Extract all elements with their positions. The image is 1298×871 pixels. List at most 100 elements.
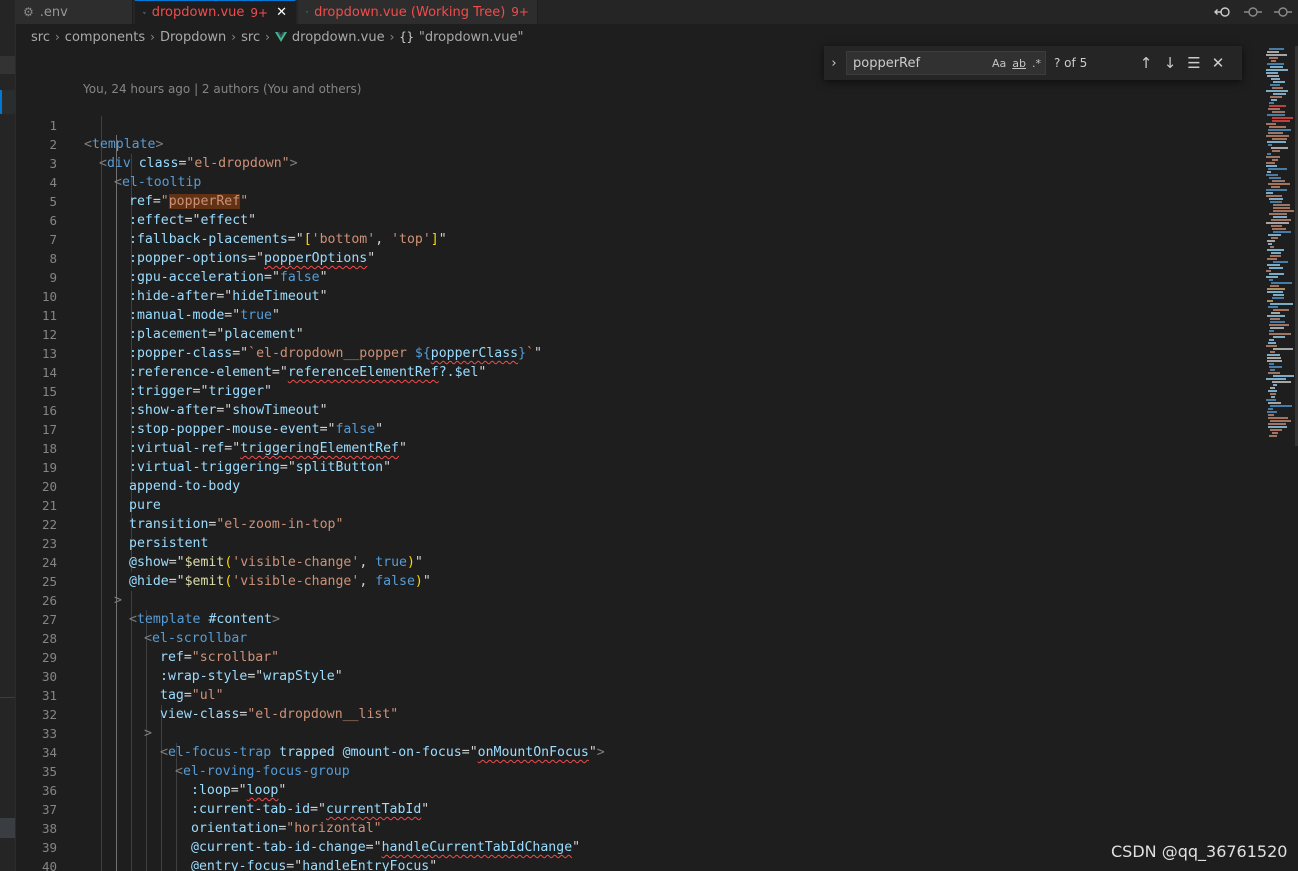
attr-name: :loop xyxy=(191,783,231,798)
braces-icon: {} xyxy=(399,30,414,44)
match-count: ? of 5 xyxy=(1054,56,1088,70)
breadcrumb-item[interactable]: dropdown.vue xyxy=(292,30,385,45)
attr-name: :virtual-ref xyxy=(129,441,225,456)
punct: = xyxy=(263,270,272,285)
minimap[interactable] xyxy=(1263,44,1298,444)
breadcrumb-item[interactable]: components xyxy=(65,30,145,45)
punct: = xyxy=(183,650,192,665)
tab-env[interactable]: ⚙ .env xyxy=(15,0,133,24)
code-line: 25 > xyxy=(15,553,122,608)
activity-item-active[interactable] xyxy=(0,90,15,114)
punct: " xyxy=(176,555,185,570)
breadcrumb-item[interactable]: src xyxy=(241,30,260,45)
breadcrumb-item[interactable]: Dropdown xyxy=(160,30,226,45)
template-delim: ${ xyxy=(414,346,431,361)
expr: effect xyxy=(200,213,249,228)
code-line: 30 tag="ul" xyxy=(15,648,224,703)
code-line: 27 <el-scrollbar xyxy=(15,591,247,646)
match-case-icon[interactable]: Aa xyxy=(992,57,1006,70)
minimap-line xyxy=(1267,171,1271,173)
code-line: 2 <div class="el-dropdown"> xyxy=(15,116,297,171)
punct: , xyxy=(359,574,376,589)
punct: " xyxy=(176,574,185,589)
punct: > xyxy=(144,726,152,741)
punct: " xyxy=(264,384,272,399)
tab-dropdown-vue-working-tree[interactable]: dropdown.vue (Working Tree) 9+ xyxy=(298,0,538,24)
minimap-line xyxy=(1267,315,1285,317)
minimap-line xyxy=(1272,228,1286,230)
use-regex-icon[interactable]: .* xyxy=(1032,57,1041,70)
open-changes-icon[interactable] xyxy=(1214,5,1232,19)
tab-dropdown-vue[interactable]: dropdown.vue 9+ ✕ xyxy=(135,0,296,24)
git-compare-icon[interactable] xyxy=(1274,5,1292,19)
minimap-line xyxy=(1266,123,1276,125)
expr: splitButton xyxy=(295,460,384,475)
arrow-up-icon[interactable]: ↑ xyxy=(1134,54,1158,72)
punct: = xyxy=(310,802,319,817)
minimap-line xyxy=(1268,408,1273,410)
attr-name: view-class xyxy=(160,707,240,722)
toggle-replace-chevron-icon[interactable]: › xyxy=(824,56,844,71)
minimap-line xyxy=(1272,432,1278,434)
close-icon[interactable]: ✕ xyxy=(276,5,287,20)
code-text: <template> xyxy=(84,135,163,154)
code-text: pure xyxy=(129,496,161,515)
indent-guide xyxy=(161,705,162,871)
code-editor[interactable]: 1 <template> 2 <div class="el-dropdown">… xyxy=(15,97,1265,871)
code-line: 34 <el-roving-focus-group xyxy=(15,724,350,779)
minimap-line xyxy=(1267,75,1279,77)
vue-icon xyxy=(306,11,309,13)
activity-item[interactable] xyxy=(0,818,15,838)
attr-name: ref xyxy=(160,650,184,665)
code-text: @current-tab-id-change="handleCurrentTab… xyxy=(191,838,580,857)
breadcrumb-item[interactable]: src xyxy=(31,30,50,45)
code-text: :trigger="trigger" xyxy=(129,382,272,401)
activity-item[interactable] xyxy=(0,56,15,74)
code-text: orientation="horizontal" xyxy=(191,819,382,838)
minimap-line xyxy=(1269,177,1281,179)
code-text: view-class="el-dropdown__list" xyxy=(160,705,398,724)
chevron-right-icon: › xyxy=(54,30,60,44)
punct: " xyxy=(238,783,247,798)
punct: " xyxy=(588,745,597,760)
minimap-line xyxy=(1271,60,1276,62)
minimap-line xyxy=(1268,168,1287,170)
match-whole-word-icon[interactable]: ab xyxy=(1012,57,1026,70)
expr: ?.$el xyxy=(438,365,479,380)
minimap-line xyxy=(1273,81,1285,83)
minimap-line xyxy=(1266,276,1278,278)
attr-name: pure xyxy=(129,498,161,513)
git-blame-codelens[interactable]: You, 24 hours ago | 2 authors (You and o… xyxy=(83,82,361,96)
code-line: 17 :virtual-ref="triggeringElementRef" xyxy=(15,401,407,456)
minimap-line xyxy=(1266,192,1273,194)
minimap-line xyxy=(1273,375,1294,377)
code-line: 13 :reference-element="referenceElementR… xyxy=(15,325,486,380)
minimap-line xyxy=(1270,201,1282,203)
attr-value: "el-dropdown" xyxy=(186,156,290,171)
attr-name: :virtual-triggering xyxy=(129,460,280,475)
code-text: :fallback-placements="['bottom', 'top']" xyxy=(129,230,447,249)
find-in-selection-icon[interactable]: ☰ xyxy=(1182,54,1206,72)
backtick: ` xyxy=(248,346,257,361)
code-text: @entry-focus="handleEntryFocus" xyxy=(191,857,437,871)
minimap-line xyxy=(1267,360,1282,362)
punct: " xyxy=(271,270,280,285)
punct: = xyxy=(287,232,296,247)
minimap-line xyxy=(1272,297,1284,299)
code-line: 12 :popper-class="`el-dropdown__popper $… xyxy=(15,306,542,361)
arrow-down-icon[interactable]: ↓ xyxy=(1158,54,1182,72)
code-text: :virtual-triggering="splitButton" xyxy=(129,458,391,477)
minimap-line xyxy=(1268,414,1274,416)
close-icon[interactable]: ✕ xyxy=(1206,54,1230,72)
git-commit-icon[interactable] xyxy=(1244,5,1262,19)
minimap-line xyxy=(1267,288,1285,290)
punct: = xyxy=(230,783,239,798)
punct: " xyxy=(278,783,287,798)
minimap-line xyxy=(1269,126,1286,128)
minimap-line xyxy=(1267,411,1277,413)
punct: " xyxy=(383,460,392,475)
find-input[interactable]: popperRef Aa ab .* xyxy=(846,51,1046,75)
code-text: append-to-body xyxy=(129,477,240,496)
breadcrumb-item[interactable]: "dropdown.vue" xyxy=(419,30,524,45)
tab-label: .env xyxy=(39,4,68,20)
